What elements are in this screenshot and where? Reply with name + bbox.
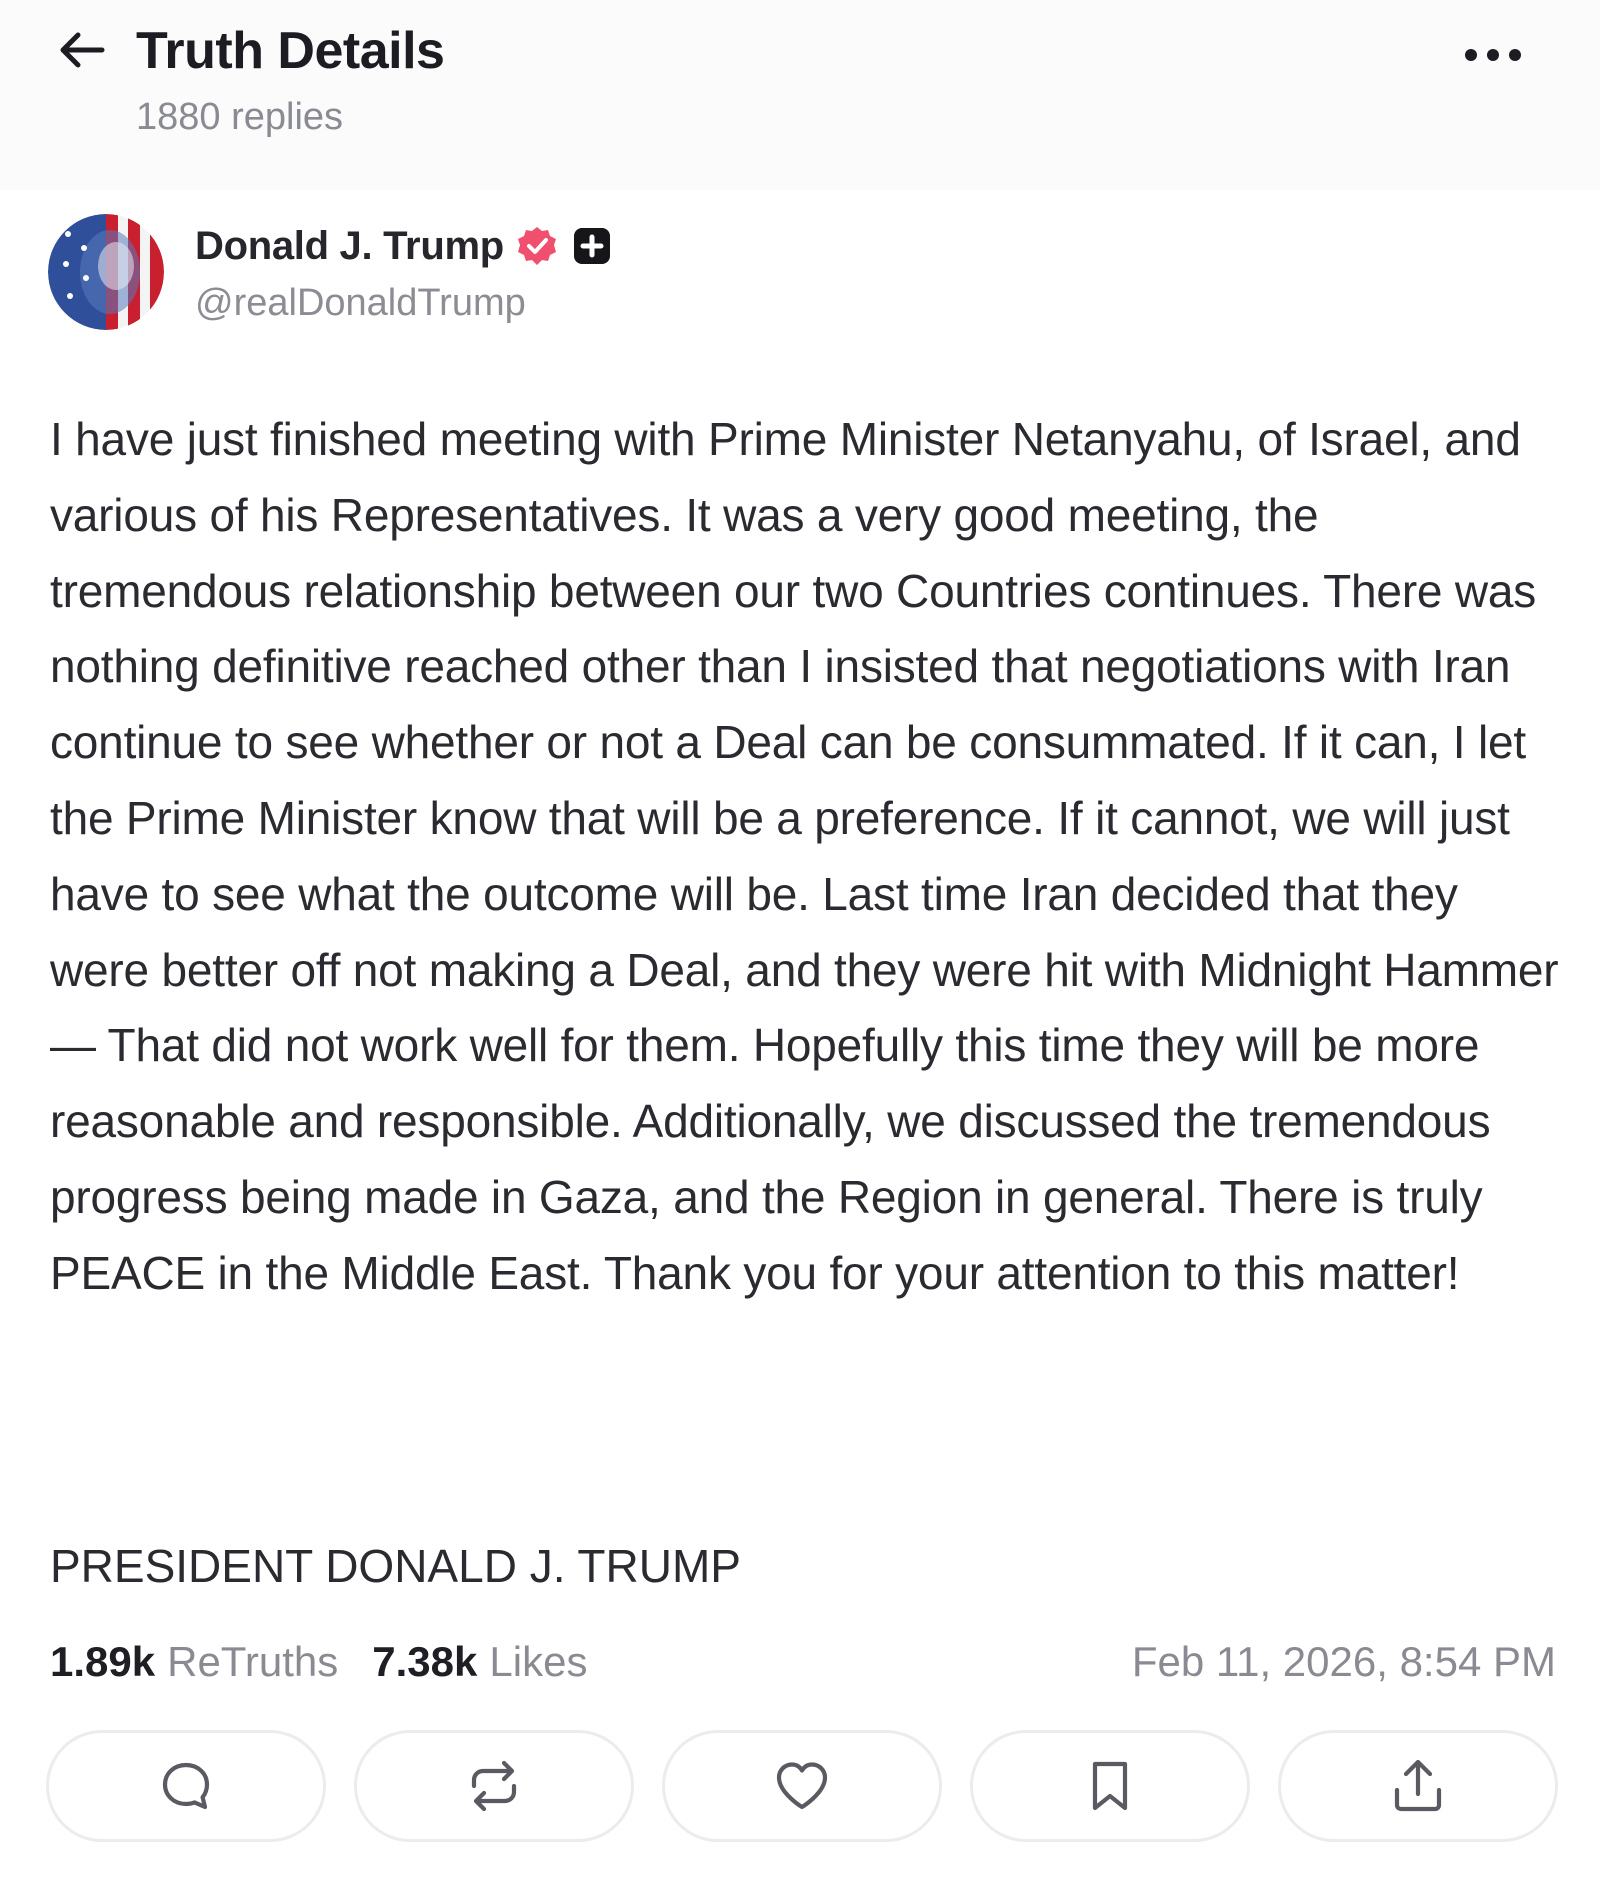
header: Truth Details 1880 replies (0, 0, 1600, 190)
arrow-left-icon (60, 32, 105, 68)
bookmark-icon (1092, 1761, 1128, 1811)
flag-portrait-avatar (48, 214, 164, 330)
retruth-button[interactable] (354, 1730, 634, 1842)
post-stats: 1.89k ReTruths 7.38k Likes (50, 1632, 587, 1692)
plus-badge-icon (573, 228, 610, 264)
retruth-icon (471, 1760, 517, 1812)
share-button[interactable] (1278, 1730, 1558, 1842)
post-signature: PRESIDENT DONALD J. TRUMP (50, 1540, 741, 1592)
avatar[interactable] (48, 214, 164, 330)
verified-badge-icon (517, 227, 556, 265)
action-bar (46, 1730, 1560, 1846)
page-title: Truth Details (136, 22, 445, 80)
more-horizontal-icon (1465, 49, 1521, 61)
reply-button[interactable] (46, 1730, 326, 1842)
truth-details-page: Truth Details 1880 replies Donald J. Tru… (0, 0, 1600, 1883)
post-body: I have just finished meeting with Prime … (50, 413, 1559, 1299)
likes-label[interactable]: Likes (489, 1638, 587, 1686)
retruths-label[interactable]: ReTruths (167, 1638, 338, 1686)
heart-icon (776, 1762, 828, 1810)
reply-icon (162, 1762, 210, 1810)
author-name[interactable]: Donald J. Trump (195, 224, 504, 269)
author-handle[interactable]: @realDonaldTrump (195, 282, 526, 325)
bookmark-button[interactable] (970, 1730, 1250, 1842)
more-options-button[interactable] (1450, 30, 1536, 80)
share-icon (1394, 1759, 1442, 1812)
retruths-count[interactable]: 1.89k (50, 1638, 155, 1686)
likes-count[interactable]: 7.38k (372, 1638, 477, 1686)
like-button[interactable] (662, 1730, 942, 1842)
replies-count: 1880 replies (136, 96, 344, 138)
back-button[interactable] (52, 20, 112, 80)
author-name-row: Donald J. Trump (195, 218, 612, 274)
post-timestamp: Feb 11, 2026, 8:54 PM (1131, 1638, 1556, 1685)
